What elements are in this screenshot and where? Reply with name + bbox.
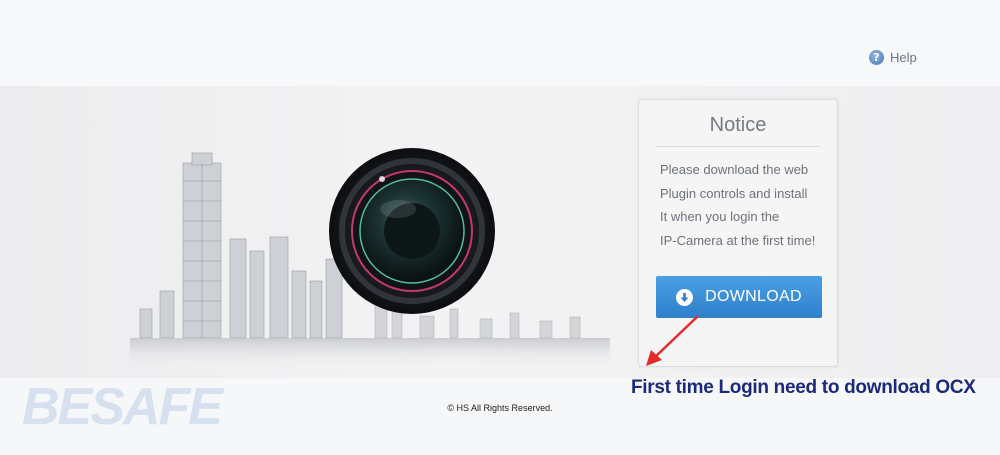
top-bar: ? Help bbox=[0, 0, 1000, 86]
notice-divider bbox=[656, 146, 820, 147]
city-camera-illustration bbox=[130, 148, 610, 368]
help-label: Help bbox=[890, 49, 917, 65]
notice-line: Please download the web bbox=[660, 162, 809, 177]
download-arrow-icon bbox=[676, 288, 694, 306]
notice-line: It when you login the bbox=[660, 209, 780, 224]
red-arrow-icon bbox=[646, 315, 699, 366]
notice-title: Notice bbox=[709, 114, 767, 136]
help-circle-icon: ? bbox=[869, 49, 884, 65]
help-link[interactable]: ? Help bbox=[869, 48, 917, 66]
notice-line: Plugin controls and install bbox=[660, 186, 808, 201]
notice-line: IP-Camera at the first time! bbox=[660, 233, 816, 248]
besafe-watermark-logo: BESAFE bbox=[22, 378, 223, 436]
download-label: DOWNLOAD bbox=[705, 288, 802, 305]
hero-banner bbox=[0, 86, 1000, 378]
annotation-caption: First time Login need to download OCX bbox=[631, 377, 976, 398]
